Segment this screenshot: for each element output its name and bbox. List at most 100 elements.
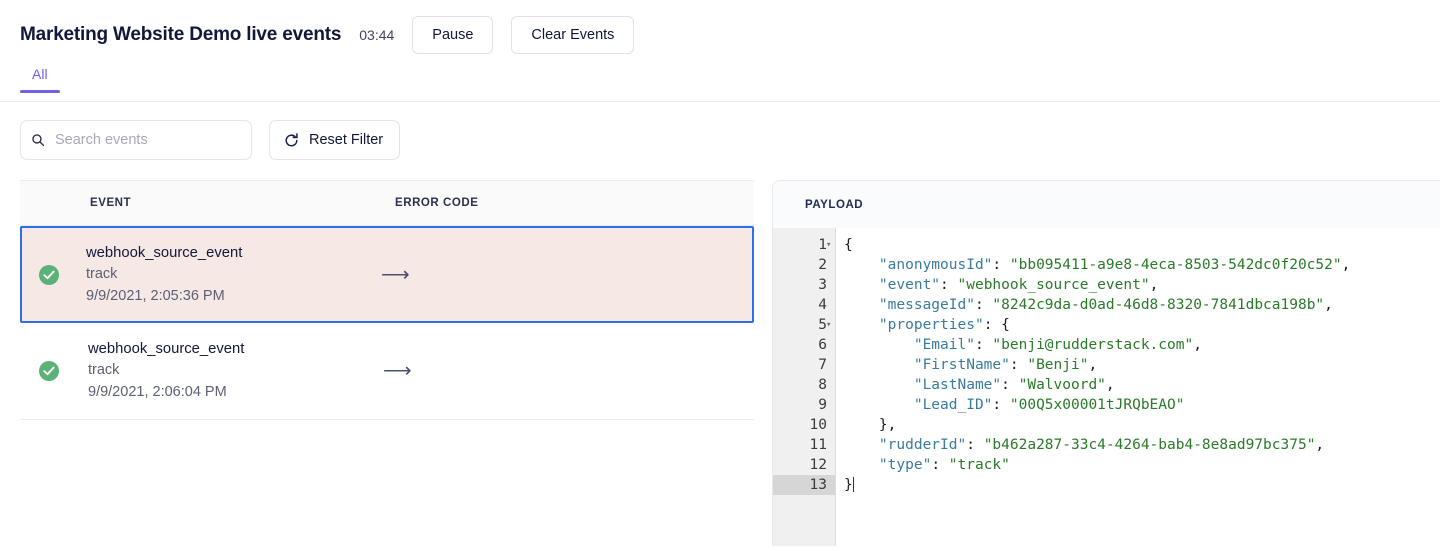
pause-button[interactable]: Pause (412, 16, 493, 54)
line-number: 5▾ (773, 315, 835, 335)
editor-line-numbers: 1▾2345▾678910111213 (773, 228, 836, 546)
event-cell: webhook_source_eventtrack9/9/2021, 2:06:… (88, 339, 383, 403)
event-timestamp: 9/9/2021, 2:05:36 PM (86, 285, 381, 307)
payload-header: PAYLOAD (773, 181, 1440, 228)
success-check-icon (38, 360, 60, 382)
live-timer: 03:44 (359, 27, 394, 43)
code-line: "type": "track" (844, 455, 1440, 475)
tab-bar: All (0, 66, 1440, 102)
column-header-event: EVENT (90, 197, 395, 209)
payload-panel: PAYLOAD 1▾2345▾678910111213 { "anonymous… (772, 180, 1440, 546)
code-token: "type" (844, 457, 931, 473)
code-token: : (975, 297, 992, 313)
success-check-icon (38, 264, 60, 286)
event-type: track (88, 359, 383, 381)
line-number: 2 (773, 255, 835, 275)
clear-events-button[interactable]: Clear Events (511, 16, 634, 54)
code-token: : { (984, 317, 1010, 333)
code-token: : (1001, 377, 1018, 393)
code-token: , (1106, 377, 1115, 393)
code-line: } (844, 475, 1440, 495)
code-line: }, (844, 415, 1440, 435)
search-field-wrapper (20, 120, 252, 160)
code-token: "anonymousId" (844, 257, 992, 273)
code-line: "Email": "benji@rudderstack.com", (844, 335, 1440, 355)
payload-code-editor[interactable]: 1▾2345▾678910111213 { "anonymousId": "bb… (773, 228, 1440, 546)
code-token: : (940, 277, 957, 293)
text-cursor (853, 477, 854, 492)
page-header: Marketing Website Demo live events 03:44… (0, 0, 1440, 56)
code-token: "webhook_source_event" (958, 277, 1150, 293)
reset-filter-label: Reset Filter (309, 132, 383, 148)
page-title: Marketing Website Demo live events (20, 24, 341, 46)
line-number: 1▾ (773, 235, 835, 255)
column-header-error-code: ERROR CODE (395, 197, 478, 209)
filter-bar: Reset Filter (0, 102, 1440, 160)
event-cell: webhook_source_eventtrack9/9/2021, 2:05:… (86, 243, 381, 307)
code-token: }, (844, 417, 896, 433)
event-type: track (86, 263, 381, 285)
code-token: , (1193, 337, 1202, 353)
code-token: : (931, 457, 948, 473)
code-token: : (992, 397, 1009, 413)
code-token: { (844, 237, 853, 253)
code-line: "FirstName": "Benji", (844, 355, 1440, 375)
code-token: "track" (949, 457, 1010, 473)
code-line: "event": "webhook_source_event", (844, 275, 1440, 295)
code-line: { (844, 235, 1440, 255)
code-token: "Email" (844, 337, 975, 353)
code-token: "b462a287-33c4-4264-bab4-8e8ad97bc375" (984, 437, 1316, 453)
code-token: , (1342, 257, 1351, 273)
event-timestamp: 9/9/2021, 2:06:04 PM (88, 381, 383, 403)
line-number: 9 (773, 395, 835, 415)
code-line: "messageId": "8242c9da-d0ad-46d8-8320-78… (844, 295, 1440, 315)
line-number: 8 (773, 375, 835, 395)
code-token: "rudderId" (844, 437, 966, 453)
code-token: : (1010, 357, 1027, 373)
code-token: } (844, 477, 853, 493)
code-token: "event" (844, 277, 940, 293)
line-number: 6 (773, 335, 835, 355)
fold-toggle-icon[interactable]: ▾ (826, 315, 836, 335)
table-header-row: EVENT ERROR CODE (20, 180, 754, 226)
error-code-arrow-icon: ⟶ (381, 265, 501, 285)
code-token: "properties" (844, 317, 984, 333)
refresh-icon (283, 132, 300, 149)
events-table: EVENT ERROR CODE webhook_source_eventtra… (0, 180, 772, 546)
code-token: "Benji" (1027, 357, 1088, 373)
editor-code-area[interactable]: { "anonymousId": "bb095411-a9e8-4eca-850… (836, 228, 1440, 546)
code-token: "bb095411-a9e8-4eca-8503-542dc0f20c52" (1010, 257, 1342, 273)
tab-all[interactable]: All (20, 66, 60, 92)
code-token: "8242c9da-d0ad-46d8-8320-7841dbca198b" (992, 297, 1324, 313)
code-token: : (966, 437, 983, 453)
line-number: 13 (773, 475, 835, 495)
table-body: webhook_source_eventtrack9/9/2021, 2:05:… (20, 226, 754, 420)
line-number: 12 (773, 455, 835, 475)
payload-label: PAYLOAD (805, 199, 863, 211)
code-token: "Walvoord" (1019, 377, 1106, 393)
table-row[interactable]: webhook_source_eventtrack9/9/2021, 2:05:… (20, 226, 754, 323)
code-line: "LastName": "Walvoord", (844, 375, 1440, 395)
code-token: "FirstName" (844, 357, 1010, 373)
reset-filter-button[interactable]: Reset Filter (269, 120, 400, 160)
main-content: EVENT ERROR CODE webhook_source_eventtra… (0, 180, 1440, 546)
line-number: 11 (773, 435, 835, 455)
code-token: "Lead_ID" (844, 397, 992, 413)
error-code-arrow-icon: ⟶ (383, 361, 503, 381)
search-input[interactable] (20, 120, 252, 160)
code-line: "Lead_ID": "00Q5x00001tJRQbEAO" (844, 395, 1440, 415)
table-row[interactable]: webhook_source_eventtrack9/9/2021, 2:06:… (20, 323, 754, 420)
code-token: , (1150, 277, 1159, 293)
code-token: "messageId" (844, 297, 975, 313)
code-line: "properties": { (844, 315, 1440, 335)
code-token: , (1088, 357, 1097, 373)
line-number: 3 (773, 275, 835, 295)
code-token: : (975, 337, 992, 353)
fold-toggle-icon[interactable]: ▾ (826, 235, 836, 255)
line-number: 10 (773, 415, 835, 435)
line-number: 4 (773, 295, 835, 315)
code-line: "rudderId": "b462a287-33c4-4264-bab4-8e8… (844, 435, 1440, 455)
event-name: webhook_source_event (88, 339, 383, 359)
code-token: , (1324, 297, 1333, 313)
search-icon (31, 133, 45, 147)
